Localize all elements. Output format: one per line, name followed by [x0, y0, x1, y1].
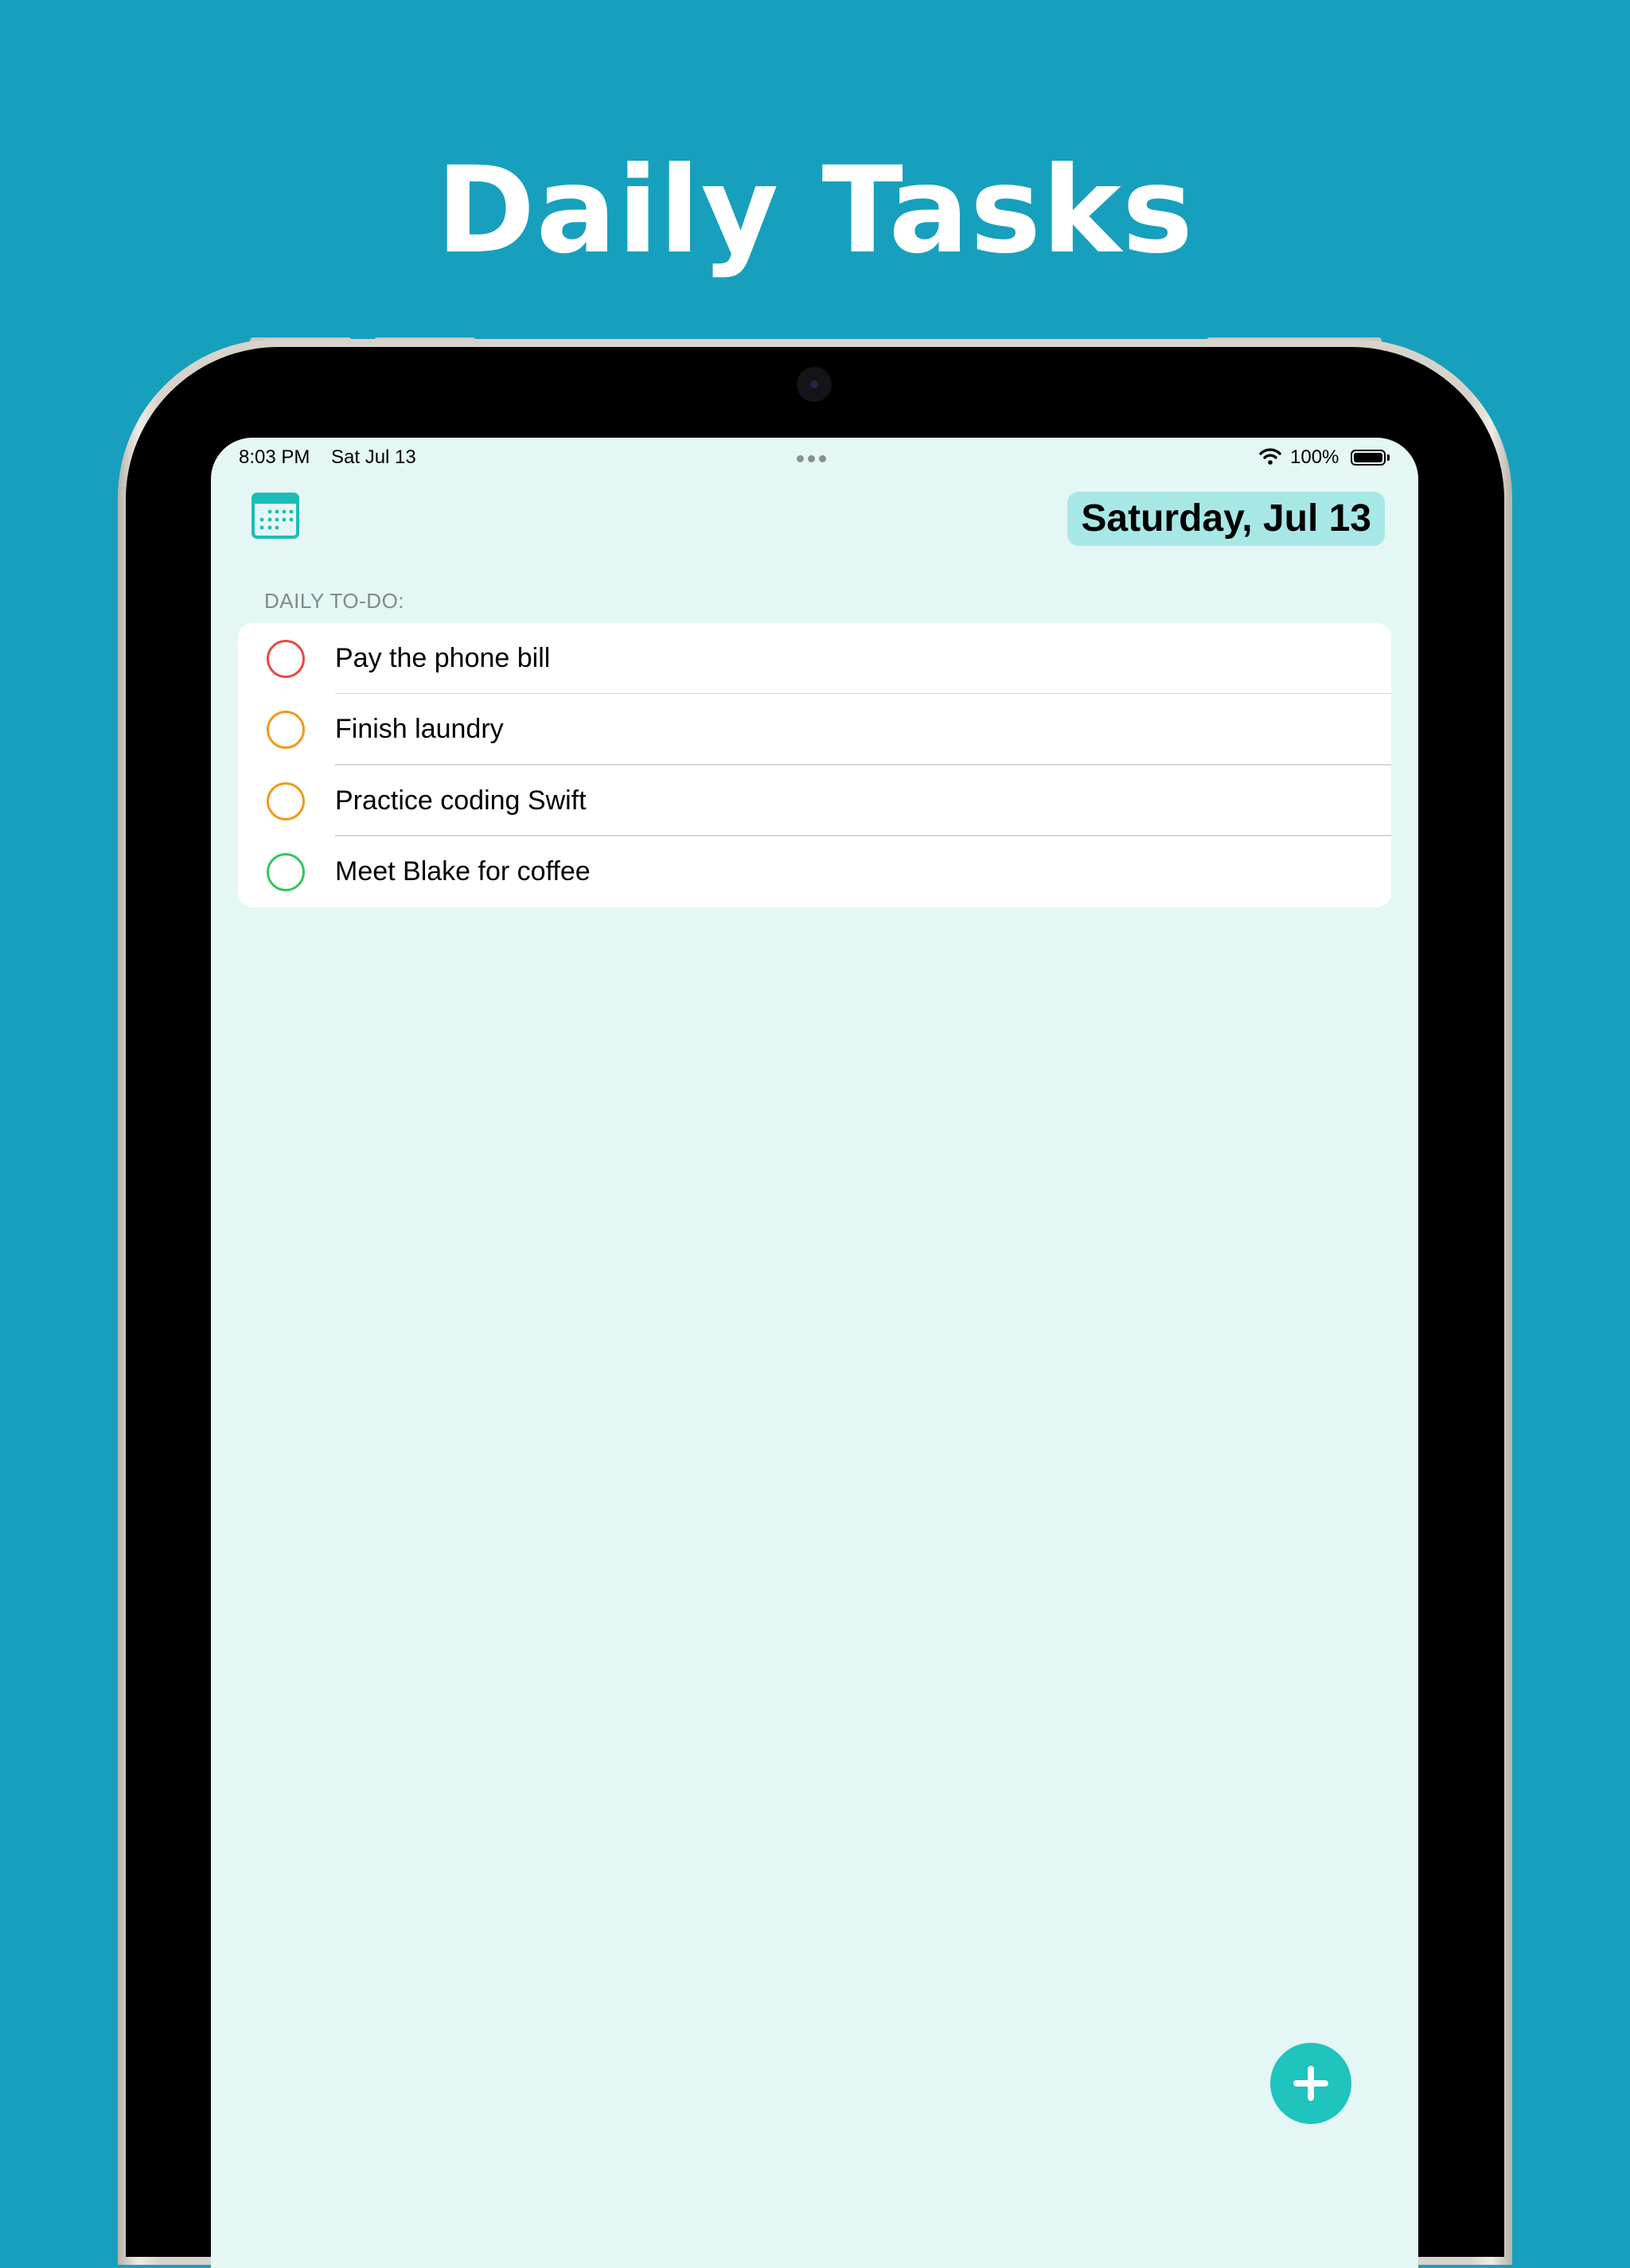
status-time: 8:03 PM — [239, 446, 310, 468]
date-title[interactable]: Saturday, Jul 13 — [1067, 492, 1385, 546]
front-camera — [797, 367, 832, 402]
task-row[interactable]: Practice coding Swift — [238, 766, 1391, 836]
task-checkbox[interactable] — [267, 781, 305, 820]
battery-tip — [1387, 454, 1390, 461]
app-screen: 8:03 PM Sat Jul 13 100% Saturday, Jul 13… — [211, 438, 1418, 2268]
task-row[interactable]: Pay the phone bill — [238, 623, 1391, 695]
task-label: Practice coding Swift — [335, 785, 587, 816]
section-label: DAILY TO-DO: — [264, 589, 405, 613]
add-task-button[interactable] — [1270, 2043, 1351, 2124]
plus-icon — [1293, 2066, 1328, 2101]
task-checkbox[interactable] — [267, 640, 305, 678]
battery-icon — [1351, 450, 1386, 466]
task-checkbox[interactable] — [267, 711, 305, 750]
status-bar: 8:03 PM Sat Jul 13 100% — [211, 438, 1418, 479]
task-label: Finish laundry — [335, 714, 504, 745]
battery-percentage: 100% — [1290, 446, 1339, 468]
calendar-icon[interactable] — [251, 492, 300, 540]
task-label: Pay the phone bill — [335, 643, 551, 673]
wifi-icon — [1259, 448, 1281, 465]
status-date: Sat Jul 13 — [331, 446, 416, 468]
task-list: Pay the phone bill Finish laundry Practi… — [238, 623, 1391, 907]
task-row[interactable]: Meet Blake for coffee — [238, 836, 1391, 907]
promo-headline: Daily Tasks — [435, 142, 1195, 280]
task-row[interactable]: Finish laundry — [238, 694, 1391, 766]
task-label: Meet Blake for coffee — [335, 855, 591, 887]
multitasking-dots[interactable] — [797, 455, 826, 462]
task-checkbox[interactable] — [267, 852, 305, 891]
